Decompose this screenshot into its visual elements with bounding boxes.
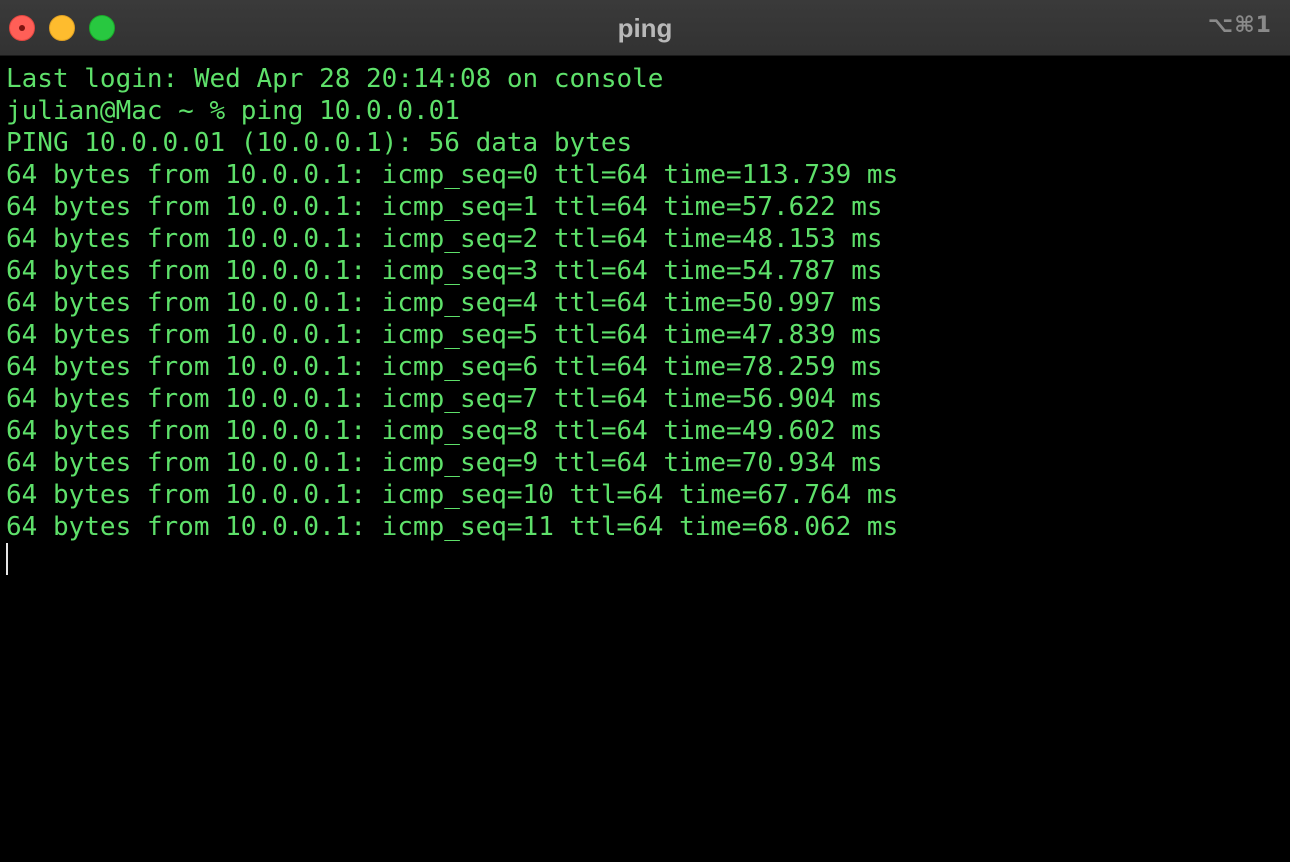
window-title: ping: [617, 13, 673, 43]
terminal-line: 64 bytes from 10.0.0.1: icmp_seq=7 ttl=6…: [6, 384, 883, 414]
title-bar[interactable]: ping ⌥⌘1: [0, 0, 1290, 56]
terminal-output[interactable]: Last login: Wed Apr 28 20:14:08 on conso…: [6, 63, 1286, 858]
terminal-line: Last login: Wed Apr 28 20:14:08 on conso…: [6, 64, 664, 94]
text-cursor: [6, 543, 8, 575]
terminal-line: 64 bytes from 10.0.0.1: icmp_seq=11 ttl=…: [6, 512, 899, 542]
terminal-line: 64 bytes from 10.0.0.1: icmp_seq=5 ttl=6…: [6, 320, 883, 350]
terminal-line: 64 bytes from 10.0.0.1: icmp_seq=4 ttl=6…: [6, 288, 883, 318]
window-shortcut: ⌥⌘1: [1207, 13, 1272, 38]
terminal-line: PING 10.0.0.01 (10.0.0.1): 56 data bytes: [6, 128, 633, 158]
terminal-window: ping ⌥⌘1 Last login: Wed Apr 28 20:14:08…: [0, 0, 1290, 862]
terminal-line: 64 bytes from 10.0.0.1: icmp_seq=10 ttl=…: [6, 480, 899, 510]
terminal-line: julian@Mac ~ % ping 10.0.0.01: [6, 96, 460, 126]
terminal-line: 64 bytes from 10.0.0.1: icmp_seq=6 ttl=6…: [6, 352, 883, 382]
terminal-line: 64 bytes from 10.0.0.1: icmp_seq=3 ttl=6…: [6, 256, 883, 286]
terminal-line: 64 bytes from 10.0.0.1: icmp_seq=1 ttl=6…: [6, 192, 883, 222]
terminal-line: 64 bytes from 10.0.0.1: icmp_seq=0 ttl=6…: [6, 160, 899, 190]
terminal-line: 64 bytes from 10.0.0.1: icmp_seq=8 ttl=6…: [6, 416, 883, 446]
terminal-line: 64 bytes from 10.0.0.1: icmp_seq=2 ttl=6…: [6, 224, 883, 254]
terminal-line: 64 bytes from 10.0.0.1: icmp_seq=9 ttl=6…: [6, 448, 883, 478]
